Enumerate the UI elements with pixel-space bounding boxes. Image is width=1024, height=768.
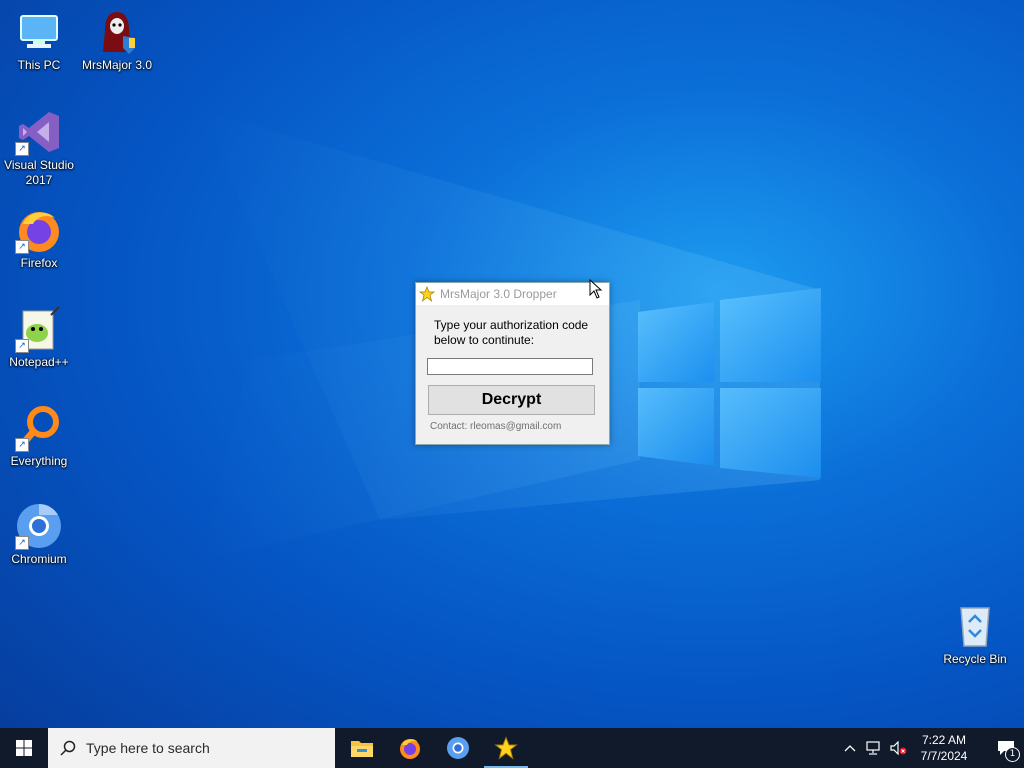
desktop-icon-label: Notepad++	[9, 355, 69, 369]
chevron-up-icon[interactable]	[844, 744, 856, 752]
notepad-plus-plus-icon: ↗	[15, 305, 63, 353]
search-placeholder: Type here to search	[86, 740, 210, 756]
taskbar-app-chromium[interactable]	[434, 728, 482, 768]
recycle-bin-icon	[951, 602, 999, 650]
mrsmajor-star-icon	[494, 736, 518, 760]
visual-studio-icon: ↗	[15, 108, 63, 156]
desktop-icon-label: Visual Studio 2017	[4, 158, 74, 187]
shortcut-arrow-icon: ↗	[15, 142, 29, 156]
shortcut-arrow-icon: ↗	[15, 240, 29, 254]
clock-time: 7:22 AM	[921, 733, 967, 747]
reaper-shield-icon	[93, 8, 141, 56]
desktop-icon-recycle-bin[interactable]: Recycle Bin	[936, 602, 1014, 667]
desktop-icon-label: MrsMajor 3.0	[81, 58, 152, 72]
notification-count-badge: 1	[1005, 747, 1020, 762]
star-icon	[419, 286, 435, 302]
system-tray: 7:22 AM 7/7/2024 1	[844, 728, 1024, 768]
chromium-icon: ↗	[15, 502, 63, 550]
mouse-cursor-icon	[589, 279, 603, 299]
desktop-icon-label: Firefox	[20, 256, 58, 270]
start-button[interactable]	[0, 728, 48, 768]
desktop-icon-notepad-plus-plus[interactable]: ↗ Notepad++	[0, 305, 78, 370]
network-icon[interactable]	[866, 741, 882, 755]
desktop-icon-label: This PC	[17, 58, 61, 72]
contact-text: Contact: rleomas@gmail.com	[430, 421, 562, 432]
authorization-code-input[interactable]	[427, 358, 593, 375]
shortcut-arrow-icon: ↗	[15, 536, 29, 550]
dialog-titlebar[interactable]: MrsMajor 3.0 Dropper	[416, 283, 609, 305]
desktop-icon-visual-studio[interactable]: ↗ Visual Studio 2017	[0, 108, 78, 188]
shortcut-arrow-icon: ↗	[15, 339, 29, 353]
shortcut-arrow-icon: ↗	[15, 438, 29, 452]
taskbar-app-file-explorer[interactable]	[338, 728, 386, 768]
desktop-icon-chromium[interactable]: ↗ Chromium	[0, 502, 78, 567]
mrsmajor-dropper-dialog: MrsMajor 3.0 Dropper Type your authoriza…	[415, 282, 610, 445]
desktop-icon-mrsmajor[interactable]: MrsMajor 3.0	[78, 8, 156, 73]
dialog-title: MrsMajor 3.0 Dropper	[440, 287, 557, 301]
taskbar: Type here to search 7:22 AM 7/7/2024 1	[0, 728, 1024, 768]
computer-icon	[15, 8, 63, 56]
magnifier-icon: ↗	[15, 404, 63, 452]
windows-start-icon	[16, 740, 32, 756]
action-center-button[interactable]: 1	[988, 728, 1024, 768]
desktop-icon-label: Chromium	[11, 552, 67, 566]
taskbar-clock[interactable]: 7:22 AM 7/7/2024	[914, 732, 974, 764]
desktop-icon-everything[interactable]: ↗ Everything	[0, 404, 78, 469]
taskbar-search-box[interactable]: Type here to search	[48, 728, 335, 768]
file-explorer-icon	[351, 741, 373, 757]
taskbar-app-firefox[interactable]	[386, 728, 434, 768]
desktop-icon-this-pc[interactable]: This PC	[0, 8, 78, 73]
search-icon	[60, 740, 76, 756]
firefox-icon: ↗	[15, 206, 63, 254]
clock-date: 7/7/2024	[920, 749, 968, 763]
authorization-prompt: Type your authorization code below to co…	[434, 318, 589, 347]
windows-logo-wallpaper	[638, 288, 821, 478]
chromium-icon	[447, 737, 469, 759]
taskbar-app-mrsmajor[interactable]	[482, 728, 530, 768]
firefox-icon	[400, 739, 420, 759]
desktop-icon-label: Everything	[10, 454, 68, 468]
desktop-icon-firefox[interactable]: ↗ Firefox	[0, 206, 78, 271]
desktop-icon-label: Recycle Bin	[943, 652, 1007, 666]
volume-muted-icon[interactable]	[890, 741, 908, 755]
decrypt-button[interactable]: Decrypt	[428, 385, 595, 415]
